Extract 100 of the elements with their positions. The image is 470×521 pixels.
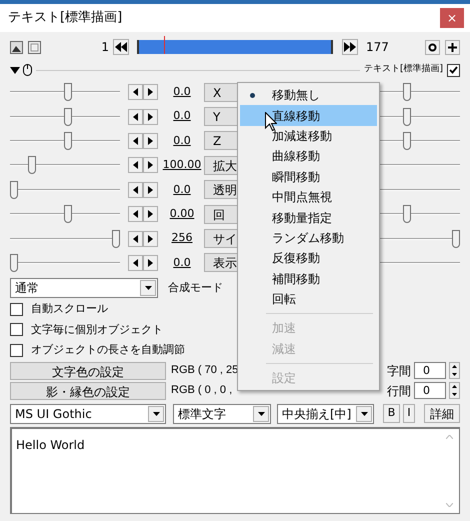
bold-button[interactable]: B <box>383 404 400 424</box>
slider-thumb[interactable] <box>28 156 36 174</box>
slider-thumb[interactable] <box>64 108 72 126</box>
right-arrow-icon <box>148 258 153 267</box>
left-arrow-icon <box>133 161 138 170</box>
increment-button[interactable] <box>143 157 158 174</box>
frame-icon[interactable] <box>28 40 41 54</box>
increment-button[interactable] <box>143 84 158 100</box>
increment-button[interactable] <box>143 132 158 149</box>
left-arrow-icon <box>133 88 138 96</box>
color-button[interactable]: 文字色の設定 <box>10 362 166 380</box>
right-arrow-icon <box>148 161 153 170</box>
right-arrow-icon <box>148 112 153 121</box>
checkbox[interactable] <box>10 323 23 336</box>
right-arrow-icon <box>148 186 153 194</box>
italic-button[interactable]: I <box>403 404 415 424</box>
dropdown[interactable]: 中央揃え[中] <box>277 404 374 424</box>
checkbox[interactable] <box>10 302 23 316</box>
caret-icon <box>360 412 368 416</box>
slider-thumb[interactable] <box>452 230 460 248</box>
slider-thumb[interactable] <box>10 254 18 272</box>
down-arrow-icon <box>452 372 457 376</box>
fast-forward-button[interactable] <box>342 39 358 55</box>
value-link[interactable]: 0.0 <box>162 108 202 125</box>
right-arrow-icon <box>148 234 153 243</box>
refresh-button[interactable] <box>425 40 440 54</box>
value-link[interactable]: 0.0 <box>162 254 202 272</box>
check-icon <box>449 66 458 74</box>
value-link[interactable]: 0.00 <box>162 206 202 222</box>
fast-forward-icon <box>344 42 356 52</box>
checkbox-label: 文字毎に個別オブジェクト <box>31 322 163 338</box>
checkbox-label: 自動スクロール <box>31 301 108 318</box>
dropdown[interactable]: 通常 <box>10 278 158 298</box>
value-link[interactable]: 0.0 <box>162 84 202 100</box>
end-frame: 177 <box>366 38 389 56</box>
slider-thumb[interactable] <box>402 205 411 224</box>
checkbox[interactable] <box>447 64 460 76</box>
window-title: テキスト[標準描画] <box>8 9 124 28</box>
decrement-button[interactable] <box>128 206 143 222</box>
plus-icon <box>448 42 457 52</box>
caret-icon <box>258 412 264 416</box>
spin-button[interactable] <box>449 382 460 400</box>
collapse-icon[interactable] <box>10 66 20 74</box>
decrement-button[interactable] <box>128 254 143 271</box>
left-arrow-icon <box>133 258 138 267</box>
value-link[interactable]: 0.0 <box>162 132 202 150</box>
value-link[interactable]: 100.00 <box>162 157 202 174</box>
decrement-button[interactable] <box>128 182 143 198</box>
dropdown-button[interactable] <box>356 406 372 422</box>
decrement-button[interactable] <box>128 108 143 125</box>
dropdown[interactable]: 標準文字 <box>173 404 271 424</box>
left-arrow-icon <box>133 234 138 243</box>
increment-button[interactable] <box>143 108 158 125</box>
increment-button[interactable] <box>143 206 158 222</box>
slider-thumb[interactable] <box>112 230 120 248</box>
increment-button[interactable] <box>143 230 158 247</box>
decrement-button[interactable] <box>128 157 143 174</box>
rgb-value: RGB ( 0 , 0 , <box>171 383 232 398</box>
decrement-button[interactable] <box>128 84 143 100</box>
menu-item[interactable]: 回転 <box>240 288 377 310</box>
add-button[interactable] <box>445 40 460 54</box>
dropdown-button[interactable] <box>253 406 269 422</box>
close-button[interactable]: × <box>440 8 464 28</box>
color-button[interactable]: 影・縁色の設定 <box>10 382 166 400</box>
spin-button[interactable] <box>449 362 460 380</box>
slider-thumb[interactable] <box>64 83 72 102</box>
slider-thumb[interactable] <box>402 132 411 150</box>
slider-thumb[interactable] <box>402 108 411 126</box>
value-link[interactable]: 0.0 <box>162 182 202 198</box>
left-arrow-icon <box>133 136 138 145</box>
increment-button[interactable] <box>143 182 158 198</box>
right-arrow-icon <box>148 88 153 96</box>
slider-thumb[interactable] <box>10 180 18 199</box>
right-arrow-icon <box>148 210 153 218</box>
detail-button[interactable]: 詳細 <box>424 404 460 424</box>
spin-field[interactable]: 0 <box>414 362 446 380</box>
decrement-button[interactable] <box>128 230 143 247</box>
decrement-button[interactable] <box>128 132 143 149</box>
value-link[interactable]: 256 <box>162 230 202 247</box>
checkbox[interactable] <box>10 344 23 357</box>
image-icon[interactable] <box>10 40 23 54</box>
dropdown-button[interactable] <box>140 280 156 296</box>
caret-icon <box>152 412 160 416</box>
menu-item[interactable]: 直線移動 <box>240 105 377 126</box>
dropdown-button[interactable] <box>148 406 164 422</box>
slider-thumb[interactable] <box>64 132 72 150</box>
rewind-icon <box>115 42 127 52</box>
right-arrow-icon <box>148 136 153 145</box>
object-label: テキスト[標準描画] <box>364 63 443 76</box>
text-content: Hello World <box>16 438 85 452</box>
slider-thumb[interactable] <box>64 205 72 224</box>
rewind-button[interactable] <box>113 39 129 55</box>
dropdown[interactable]: MS UI Gothic <box>10 404 166 424</box>
down-arrow-icon <box>452 392 457 396</box>
caret-icon <box>144 286 152 290</box>
slider-thumb[interactable] <box>402 83 411 102</box>
spin-field[interactable]: 0 <box>414 382 446 400</box>
left-arrow-icon <box>133 210 138 218</box>
spacing-label: 字間 <box>387 362 411 380</box>
increment-button[interactable] <box>143 254 158 271</box>
